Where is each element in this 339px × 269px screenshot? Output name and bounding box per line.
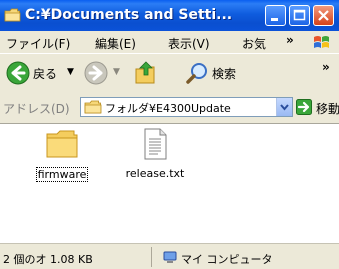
search-icon[interactable] [185,61,209,85]
file-name: release.txt [125,167,185,180]
status-bar: 2 個のオ 1.08 KB マイ コンピュータ [0,243,339,269]
forward-icon[interactable] [84,61,108,85]
go-button-label[interactable]: 移動 [316,100,339,117]
folder-icon [4,8,21,22]
address-dropdown-button[interactable] [276,98,292,116]
back-button-label[interactable]: 戻る [33,65,57,82]
status-location: マイ コンピュータ [181,253,273,266]
address-path: フォルダ¥E4300Update [105,102,231,115]
address-input[interactable]: フォルダ¥E4300Update [80,97,293,117]
maximize-icon [293,9,306,21]
menu-bar: ファイル(F) 編集(E) 表示(V) お気 » [0,31,339,54]
menu-edit[interactable]: 編集(E) [95,35,136,52]
title-bar[interactable]: C:¥Documents and Setti... [0,0,339,31]
file-list: firmware release.txt [0,124,339,243]
menu-file[interactable]: ファイル(F) [6,35,70,52]
forward-dropdown-icon[interactable]: ▼ [113,67,120,77]
search-button-label[interactable]: 検索 [212,65,236,82]
menu-favorites[interactable]: お気 [242,35,266,52]
explorer-window: C:¥Documents and Setti... ファイル(F) 編集(E) … [0,0,339,269]
status-selection-info: 2 個のオ 1.08 KB [3,253,93,266]
window-title: C:¥Documents and Setti... [25,7,233,23]
my-computer-icon [163,251,177,263]
address-label: アドレス(D) [3,102,70,116]
toolbar: 戻る ▼ ▼ 検索 » [0,53,339,93]
file-name: firmware [35,167,89,182]
go-arrow-icon[interactable] [296,99,312,115]
back-dropdown-icon[interactable]: ▼ [67,67,74,77]
close-button[interactable] [313,5,334,26]
list-item[interactable]: release.txt [118,128,192,180]
minimize-button[interactable] [265,5,286,26]
maximize-button[interactable] [289,5,310,26]
status-divider [151,247,152,267]
text-file-icon [144,128,167,160]
minimize-icon [271,18,278,21]
menu-view[interactable]: 表示(V) [168,35,210,52]
folder-icon [46,130,78,158]
close-icon [318,10,329,21]
menu-overflow-icon[interactable]: » [286,33,294,47]
windows-logo-icon [302,33,338,52]
up-folder-icon[interactable] [134,59,158,85]
back-icon[interactable] [6,61,30,85]
folder-icon [84,100,102,114]
toolbar-overflow-icon[interactable]: » [322,60,330,74]
list-item[interactable]: firmware [35,128,89,182]
address-bar: アドレス(D) フォルダ¥E4300Update 移動 [0,92,339,124]
chevron-down-icon [280,104,289,111]
